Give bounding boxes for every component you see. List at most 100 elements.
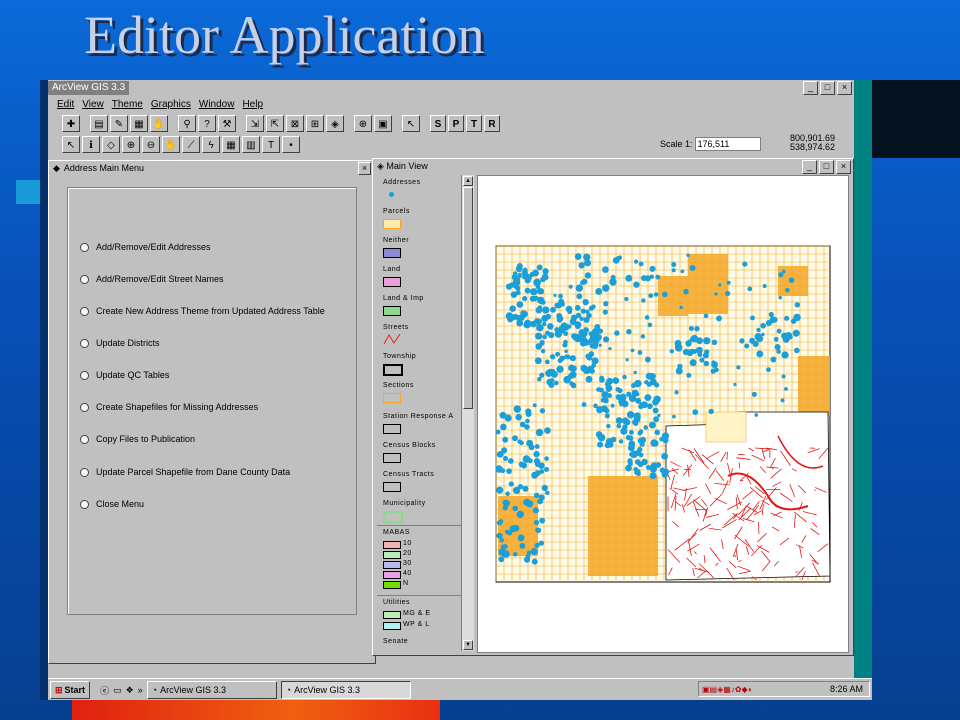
legend-utilities[interactable]: Utilities: [383, 599, 410, 606]
radio-button[interactable]: [80, 434, 89, 444]
radio-button[interactable]: [80, 274, 89, 284]
legend-land-imp[interactable]: Land & Imp: [383, 295, 424, 302]
map-display[interactable]: [477, 175, 849, 653]
legend-senate[interactable]: Senate: [383, 638, 408, 645]
maximize-button[interactable]: □: [820, 81, 835, 95]
tool-s-button[interactable]: S: [430, 114, 446, 132]
toc-scrollbar[interactable]: ▲ ▼: [461, 175, 474, 651]
zoom-in-tool-icon[interactable]: ⊕: [122, 135, 140, 153]
menu-graphics[interactable]: Graphics: [151, 99, 191, 110]
view-titlebar[interactable]: ◈ Main View _ □ ×: [373, 159, 853, 174]
tray-icons[interactable]: ▣▤◈▦♪✿◆◗: [699, 685, 753, 694]
dialog-titlebar[interactable]: ◆ Address Main Menu ×: [49, 161, 375, 175]
legend-streets[interactable]: Streets: [383, 324, 409, 331]
tool-r-button[interactable]: R: [484, 114, 500, 132]
legend-township[interactable]: Township: [383, 353, 416, 360]
view-maximize-button[interactable]: □: [819, 160, 834, 174]
hammer-icon[interactable]: ⚒: [218, 114, 236, 132]
select-features-icon[interactable]: ⇲: [246, 114, 264, 132]
legend-land[interactable]: Land: [383, 266, 401, 273]
select-all-icon[interactable]: ⇱: [266, 114, 284, 132]
desktop-icon[interactable]: ▭: [113, 685, 122, 696]
menu-edit[interactable]: Edit: [57, 99, 74, 110]
quicklaunch-more-icon[interactable]: »: [138, 685, 143, 695]
scroll-down-arrow[interactable]: ▼: [463, 640, 473, 650]
menu-theme[interactable]: Theme: [112, 99, 143, 110]
properties-icon[interactable]: ▤: [90, 114, 108, 132]
address-point: [520, 310, 527, 317]
taskbar-item-arcview-2[interactable]: ◔ ArcView GIS 3.3: [280, 681, 411, 699]
legend-census-tracts[interactable]: Census Tracts: [383, 471, 434, 478]
view-close-button[interactable]: ×: [836, 160, 851, 174]
dialog-close-button[interactable]: ×: [358, 162, 371, 175]
legend-sections[interactable]: Sections: [383, 382, 414, 389]
find-icon[interactable]: ⚲: [178, 114, 196, 132]
option-create-shapefiles[interactable]: Create Shapefiles for Missing Addresses: [80, 402, 258, 412]
add-theme-icon[interactable]: ✚: [62, 114, 80, 132]
legend-addresses[interactable]: Addresses: [383, 179, 421, 186]
option-close-menu[interactable]: Close Menu: [80, 499, 144, 509]
radio-button[interactable]: [80, 499, 89, 509]
option-update-districts[interactable]: Update Districts: [80, 338, 160, 348]
ie-icon[interactable]: ⓔ: [100, 684, 109, 697]
pan-icon[interactable]: ✋: [162, 135, 180, 153]
area-select-icon[interactable]: ▦: [222, 135, 240, 153]
zoom-full-icon[interactable]: ⊠: [286, 114, 304, 132]
edit-legend-icon[interactable]: ✎: [110, 114, 128, 132]
pointer-icon[interactable]: ↖: [62, 135, 80, 153]
tool-t-button[interactable]: T: [466, 114, 482, 132]
identify-icon[interactable]: ℹ: [82, 135, 100, 153]
vertex-edit-icon[interactable]: ◇: [102, 135, 120, 153]
scale-input[interactable]: 176,511: [694, 137, 761, 151]
taskbar-item-arcview-1[interactable]: ◔ ArcView GIS 3.3: [146, 681, 277, 699]
query-icon[interactable]: ?: [198, 114, 216, 132]
option-add-remove-edit-street-names[interactable]: Add/Remove/Edit Street Names: [80, 274, 224, 284]
radio-button[interactable]: [80, 467, 89, 477]
zoom-selected-icon[interactable]: ◈: [326, 114, 344, 132]
view-minimize-button[interactable]: _: [802, 160, 817, 174]
legend-neither[interactable]: Neither: [383, 237, 409, 244]
option-update-qc-tables[interactable]: Update QC Tables: [80, 370, 169, 380]
measure-icon[interactable]: ⟋: [182, 135, 200, 153]
scroll-thumb[interactable]: [463, 187, 473, 409]
zoom-in-icon[interactable]: ⊕: [354, 114, 372, 132]
zoom-out-tool-icon[interactable]: ⊖: [142, 135, 160, 153]
channels-icon[interactable]: ❖: [126, 685, 134, 696]
radio-button[interactable]: [80, 370, 89, 380]
zoom-active-icon[interactable]: ⊞: [306, 114, 324, 132]
option-add-remove-edit-addresses[interactable]: Add/Remove/Edit Addresses: [80, 242, 211, 252]
radio-button[interactable]: [80, 402, 89, 412]
legend-station-response[interactable]: Station Response A: [383, 413, 454, 420]
window-titlebar[interactable]: ArcView GIS 3.3 _ □ ×: [48, 80, 854, 96]
tool-p-button[interactable]: P: [448, 114, 464, 132]
hotlink-icon[interactable]: ϟ: [202, 135, 220, 153]
option-copy-files[interactable]: Copy Files to Publication: [80, 434, 195, 444]
hand-icon[interactable]: ✋: [150, 114, 168, 132]
address-point: [516, 301, 524, 308]
scroll-up-arrow[interactable]: ▲: [463, 176, 473, 186]
option-create-new-address-theme[interactable]: Create New Address Theme from Updated Ad…: [80, 306, 325, 316]
radio-button[interactable]: [80, 338, 89, 348]
label-icon[interactable]: ▥: [242, 135, 260, 153]
legend-mabas[interactable]: MABAS: [383, 529, 410, 536]
menu-view[interactable]: View: [82, 99, 104, 110]
text-icon[interactable]: T: [262, 135, 280, 153]
radio-button[interactable]: [80, 242, 89, 252]
address-point: [553, 293, 557, 298]
option-update-parcel-shapefile[interactable]: Update Parcel Shapefile from Dane County…: [80, 467, 290, 477]
address-point: [598, 328, 604, 334]
layout-icon[interactable]: ▣: [374, 114, 392, 132]
legend-municipality[interactable]: Municipality: [383, 500, 426, 507]
radio-button[interactable]: [80, 306, 89, 316]
address-point: [602, 309, 608, 315]
minimize-button[interactable]: _: [803, 81, 818, 95]
close-button[interactable]: ×: [837, 81, 852, 95]
menu-window[interactable]: Window: [199, 99, 235, 110]
theme-table-icon[interactable]: ▦: [130, 114, 148, 132]
help-pointer-icon[interactable]: ↖: [402, 114, 420, 132]
legend-census-blocks[interactable]: Census Blocks: [383, 442, 436, 449]
point-icon[interactable]: •: [282, 135, 300, 153]
menu-help[interactable]: Help: [242, 99, 263, 110]
legend-parcels[interactable]: Parcels: [383, 208, 410, 215]
start-button[interactable]: ⊞ Start: [50, 681, 91, 699]
